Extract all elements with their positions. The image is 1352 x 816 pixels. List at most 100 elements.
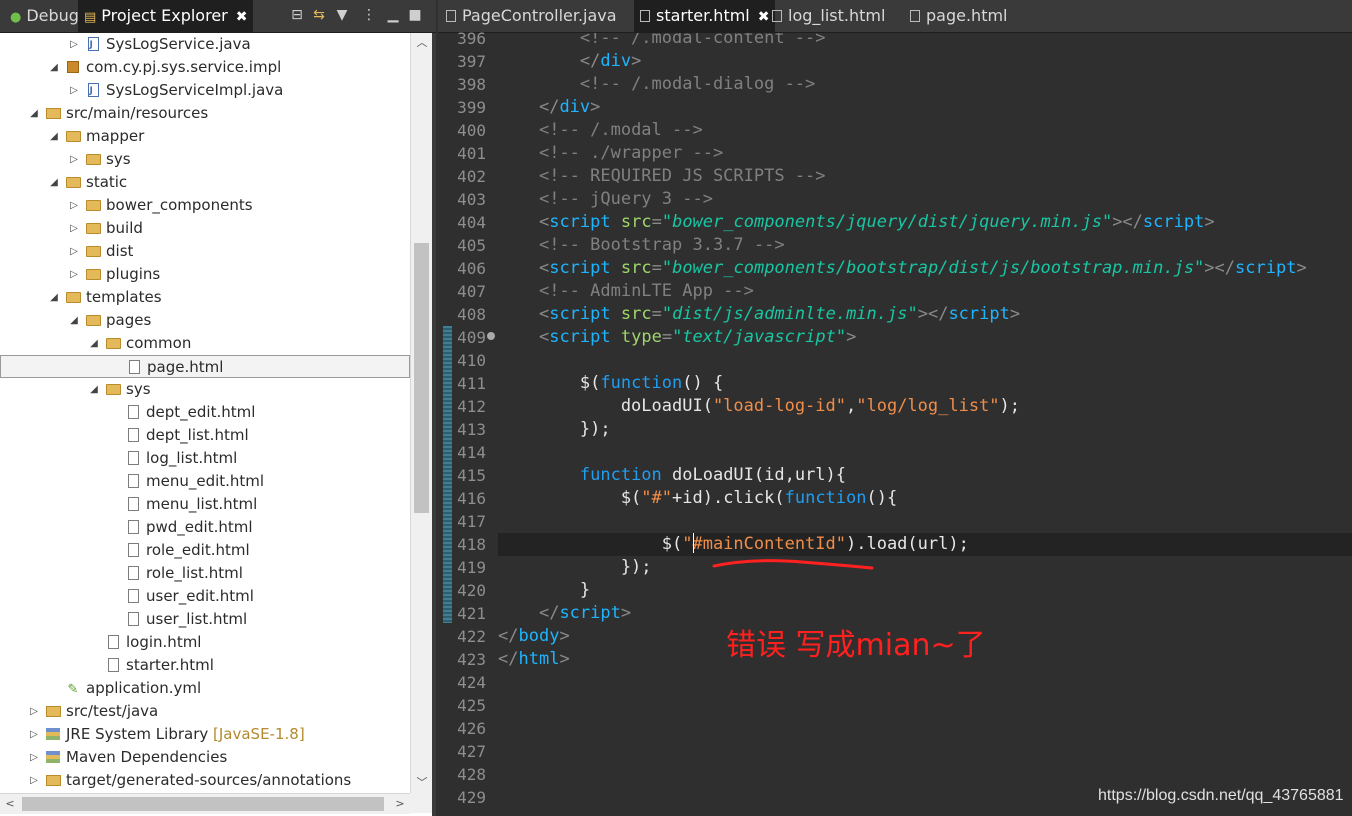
- tree-item[interactable]: menu_list.html: [0, 493, 410, 516]
- scroll-left-icon[interactable]: <: [0, 794, 20, 814]
- scroll-down-icon[interactable]: ﹀: [411, 773, 433, 793]
- scroll-up-icon[interactable]: ︿: [411, 33, 433, 53]
- expanded-arrow-icon[interactable]: ◢: [48, 56, 60, 79]
- tree-item[interactable]: ▷ src/test/java: [0, 700, 410, 723]
- tab-page-html[interactable]: page.html: [904, 0, 1014, 32]
- tree-item[interactable]: ◢ static: [0, 171, 410, 194]
- collapse-all-icon[interactable]: ⊟: [288, 4, 306, 26]
- minimize-icon[interactable]: ▁: [384, 4, 402, 26]
- tab-project-explorer[interactable]: ▤ Project Explorer ✖: [78, 0, 254, 32]
- code-token: function: [600, 373, 683, 393]
- code-line: $("#"+id).click(function(){: [498, 487, 1352, 510]
- collapsed-arrow-icon[interactable]: ▷: [28, 769, 40, 792]
- tab-debug[interactable]: ● Debug: [6, 0, 83, 32]
- tree-item[interactable]: ▷ target/generated-sources/annotations: [0, 769, 410, 792]
- expanded-arrow-icon[interactable]: ◢: [48, 125, 60, 148]
- code-line: <!-- /.modal -->: [498, 119, 1352, 142]
- collapsed-arrow-icon[interactable]: ▷: [28, 700, 40, 723]
- tree-item[interactable]: menu_edit.html: [0, 470, 410, 493]
- tree-item[interactable]: ◢ templates: [0, 286, 410, 309]
- code-token: ></: [1112, 212, 1143, 232]
- tree-item[interactable]: page.html: [0, 355, 410, 378]
- filter-icon[interactable]: ▼: [333, 4, 351, 26]
- line-number: 428: [457, 765, 486, 784]
- tree-item[interactable]: ◢ com.cy.pj.sys.service.impl: [0, 56, 410, 79]
- tree-item[interactable]: ◢ pages: [0, 309, 410, 332]
- expanded-arrow-icon[interactable]: ◢: [28, 102, 40, 125]
- tree-item[interactable]: user_edit.html: [0, 585, 410, 608]
- tree-item[interactable]: ◢ mapper: [0, 125, 410, 148]
- tree-item[interactable]: role_edit.html: [0, 539, 410, 562]
- view-menu-icon[interactable]: ⋮: [360, 4, 378, 26]
- code-token: body: [518, 626, 560, 646]
- collapsed-arrow-icon[interactable]: ▷: [28, 746, 40, 769]
- tree-item[interactable]: starter.html: [0, 654, 410, 677]
- tree-item[interactable]: pwd_edit.html: [0, 516, 410, 539]
- scrollbar-thumb[interactable]: [414, 243, 429, 513]
- tree-item[interactable]: user_list.html: [0, 608, 410, 631]
- handwritten-annotation: 错误 写成mian~了: [726, 628, 986, 663]
- folder-icon: [104, 332, 122, 356]
- collapsed-arrow-icon[interactable]: ▷: [68, 263, 80, 286]
- project-tree[interactable]: ▷ SysLogService.java ◢ com.cy.pj.sys.servic…: [0, 33, 410, 793]
- tab-log-list-html[interactable]: log_list.html: [766, 0, 891, 32]
- code-token: "load-log-id": [712, 396, 846, 416]
- tree-item[interactable]: ▷ dist: [0, 240, 410, 263]
- expanded-arrow-icon[interactable]: ◢: [68, 309, 80, 332]
- tree-item[interactable]: role_list.html: [0, 562, 410, 585]
- tree-item[interactable]: ▷ SysLogServiceImpl.java: [0, 79, 410, 103]
- tree-item[interactable]: ◢ sys: [0, 378, 410, 401]
- collapsed-arrow-icon[interactable]: ▷: [28, 723, 40, 746]
- tree-item[interactable]: ▷ JRE System Library [JavaSE-1.8]: [0, 723, 410, 746]
- tree-item[interactable]: login.html: [0, 631, 410, 654]
- folder-icon: [84, 194, 102, 218]
- expanded-arrow-icon[interactable]: ◢: [88, 378, 100, 401]
- tree-item[interactable]: dept_list.html: [0, 424, 410, 447]
- close-icon[interactable]: ✖: [236, 9, 248, 25]
- expanded-arrow-icon[interactable]: ◢: [88, 332, 100, 355]
- maximize-icon[interactable]: ■: [406, 4, 424, 26]
- tree-item[interactable]: ◢ common: [0, 332, 410, 355]
- scroll-right-icon[interactable]: >: [390, 794, 410, 814]
- tree-item[interactable]: ▷ plugins: [0, 263, 410, 286]
- tree-item[interactable]: ▷ build: [0, 217, 410, 240]
- line-number: 400: [457, 121, 486, 140]
- collapsed-arrow-icon[interactable]: ▷: [68, 79, 80, 102]
- line-number: 414: [457, 443, 486, 462]
- code-line: <script src="dist/js/adminlte.min.js"></…: [498, 303, 1352, 326]
- collapsed-arrow-icon[interactable]: ▷: [68, 33, 80, 56]
- code-token: </: [538, 97, 560, 117]
- horizontal-scrollbar-thumb[interactable]: [22, 797, 384, 811]
- folder-icon: [64, 171, 82, 195]
- collapsed-arrow-icon[interactable]: ▷: [68, 240, 80, 263]
- code-token: <!-- Bootstrap 3.3.7 -->: [538, 235, 785, 255]
- tree-item[interactable]: ◢ src/main/resources: [0, 102, 410, 125]
- collapsed-arrow-icon[interactable]: ▷: [68, 217, 80, 240]
- tree-item[interactable]: log_list.html: [0, 447, 410, 470]
- java-file-icon: [446, 10, 456, 22]
- tree-item-label: application.yml: [86, 679, 202, 697]
- tree-item[interactable]: ▷ sys: [0, 148, 410, 171]
- collapsed-arrow-icon[interactable]: ▷: [68, 194, 80, 217]
- tree-item[interactable]: ▷ SysLogService.java: [0, 33, 410, 57]
- expanded-arrow-icon[interactable]: ◢: [48, 171, 60, 194]
- code-area[interactable]: <!-- /.modal-content --> </div> <!-- /.m…: [498, 33, 1352, 816]
- code-token: +id).click(: [672, 488, 785, 508]
- expanded-arrow-icon[interactable]: ◢: [48, 286, 60, 309]
- code-token: <!-- /.modal-content -->: [498, 33, 826, 48]
- project-explorer-panel: ● Debug ▤ Project Explorer ✖ ⊟ ⇆ ▼ ⋮ ▁ ■ ▷ S…: [0, 0, 436, 816]
- html-file-icon: [772, 10, 782, 22]
- panel-sash[interactable]: [432, 33, 436, 816]
- tree-item[interactable]: dept_edit.html: [0, 401, 410, 424]
- tree-item[interactable]: ✎ application.yml: [0, 677, 410, 700]
- fold-icon[interactable]: [487, 332, 495, 340]
- code-token: src: [620, 304, 652, 324]
- tree-item[interactable]: ▷ Maven Dependencies: [0, 746, 410, 769]
- link-with-editor-icon[interactable]: ⇆: [310, 4, 328, 26]
- tree-vertical-scrollbar[interactable]: ︿ ﹀: [410, 33, 433, 793]
- tab-starter-html[interactable]: starter.html ✖: [634, 0, 776, 32]
- tree-horizontal-scrollbar[interactable]: < >: [0, 793, 410, 814]
- tree-item[interactable]: ▷ bower_components: [0, 194, 410, 217]
- collapsed-arrow-icon[interactable]: ▷: [68, 148, 80, 171]
- tree-item-label: templates: [86, 288, 162, 306]
